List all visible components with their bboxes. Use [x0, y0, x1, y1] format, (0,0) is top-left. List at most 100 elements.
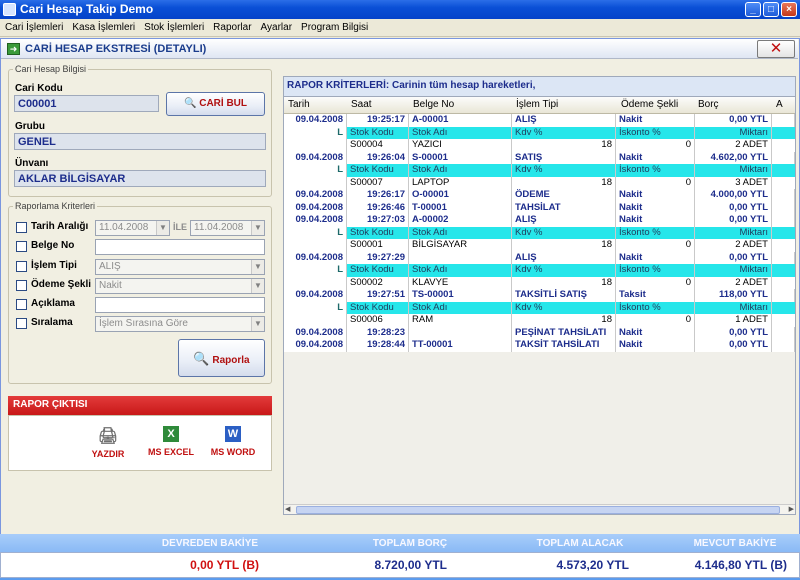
menu-raporlar[interactable]: Raporlar [208, 19, 255, 33]
form-title: CARİ HESAP EKSTRESİ (DETAYLI) [25, 43, 207, 55]
cell-tarih: 09.04.2008 [284, 114, 347, 127]
unvani-field[interactable]: AKLAR BİLGİSAYAR [14, 170, 266, 187]
yazdir-button[interactable]: 🖨 YAZDIR [83, 426, 133, 459]
cell-saat: Stok Kodu [347, 226, 409, 239]
table-detail-row[interactable]: S00002 KLAVYE 18 0 2 ADET [284, 276, 795, 289]
cell-saat: 19:26:04 [347, 151, 409, 164]
chevron-down-icon[interactable]: ▼ [251, 260, 264, 274]
table-row[interactable]: 09.04.2008 19:26:46 T-00001 TAHSİLAT Nakit 0,… [284, 201, 795, 214]
cell-odeme-sekli: Nakit [616, 151, 695, 164]
cell-borc: 4.000,00 YTL [695, 189, 772, 202]
table-row[interactable]: 09.04.2008 19:25:17 A-00001 ALIŞ Nakit 0,00 Y… [284, 114, 795, 127]
table-detail-row[interactable]: S00007 LAPTOP 18 0 3 ADET [284, 176, 795, 189]
islem-tipi-select[interactable]: ALIŞ ▼ [95, 259, 265, 275]
cell-tarih: 09.04.2008 [284, 214, 347, 227]
cell-saat: 19:25:17 [347, 114, 409, 127]
menu-cari[interactable]: Cari İşlemleri [0, 19, 67, 33]
cell-saat: 19:27:51 [347, 289, 409, 302]
col-header-belge-no[interactable]: Belge No [413, 99, 454, 110]
scroll-right-icon[interactable]: ▶ [789, 505, 794, 513]
ms-word-button[interactable]: W MS WORD [205, 426, 261, 457]
table-subheader-row[interactable]: L Stok Kodu Stok Adı Kdv % İskonto % Miktarı [284, 301, 795, 314]
siralama-select[interactable]: İşlem Sırasına Göre ▼ [95, 316, 265, 332]
cell-tarih [284, 139, 347, 152]
table-detail-row[interactable]: S00006 RAM 18 0 1 ADET [284, 314, 795, 327]
menu-stok[interactable]: Stok İşlemleri [139, 19, 208, 33]
cell-extra [772, 189, 795, 202]
cell-extra [772, 251, 795, 264]
table-row[interactable]: 09.04.2008 19:26:04 S-00001 SATIŞ Nakit 4.602… [284, 151, 795, 164]
table-subheader-row[interactable]: L Stok Kodu Stok Adı Kdv % İskonto % Miktarı [284, 126, 795, 139]
table-detail-row[interactable]: S00004 YAZICI 18 0 2 ADET [284, 139, 795, 152]
islem-tipi-checkbox[interactable] [16, 261, 27, 272]
unvani-label: Ünvanı [15, 158, 49, 169]
odeme-sekli-checkbox[interactable] [16, 280, 27, 291]
table-subheader-row[interactable]: L Stok Kodu Stok Adı Kdv % İskonto % Miktarı [284, 226, 795, 239]
col-header-alacak[interactable]: A [776, 99, 783, 110]
odeme-sekli-select[interactable]: Nakit ▼ [95, 278, 265, 294]
horizontal-scrollbar[interactable]: ◀ ▶ [284, 504, 795, 514]
report-criteria-text: RAPOR KRİTERLERİ: Carinin tüm hesap hare… [284, 77, 795, 97]
table-row[interactable]: 09.04.2008 19:27:29 ALIŞ Nakit 0,00 YTL [284, 251, 795, 264]
ms-excel-button[interactable]: X MS EXCEL [143, 426, 199, 457]
scrollbar-thumb[interactable] [296, 506, 780, 514]
devreden-value: 0,00 YTL (B) [190, 558, 259, 572]
grubu-field[interactable]: GENEL [14, 133, 266, 150]
cell-belge-no: O-00001 [409, 189, 512, 202]
word-icon: W [225, 426, 241, 442]
cell-odeme-sekli: Nakit [616, 189, 695, 202]
col-header-tarih[interactable]: Tarih [288, 99, 310, 110]
chevron-down-icon[interactable]: ▼ [156, 221, 169, 235]
search-icon: 🔍 [193, 351, 210, 366]
cell-saat: Stok Kodu [347, 164, 409, 177]
table-subheader-row[interactable]: L Stok Kodu Stok Adı Kdv % İskonto % Miktarı [284, 164, 795, 177]
chevron-down-icon[interactable]: ▼ [251, 317, 264, 331]
belge-no-checkbox[interactable] [16, 241, 27, 252]
cell-belge-no: Stok Adı [409, 264, 512, 277]
table-row[interactable]: 09.04.2008 19:28:23 PEŞİNAT TAHSİLATI Nakit… [284, 326, 795, 339]
close-form-button[interactable]: ✕ [757, 40, 795, 58]
cell-borc: Miktarı [695, 126, 772, 139]
cell-odeme-sekli: Taksit [616, 289, 695, 302]
siralama-checkbox[interactable] [16, 318, 27, 329]
col-header-odeme-sekli[interactable]: Ödeme Şekli [621, 99, 678, 110]
cell-borc: 0,00 YTL [695, 201, 772, 214]
table-row[interactable]: 09.04.2008 19:28:44 TT-00001 TAKSİT TAHSİLA… [284, 339, 795, 352]
maximize-button[interactable]: □ [763, 2, 779, 17]
table-detail-row[interactable]: S00001 BİLGİSAYAR 18 0 2 ADET [284, 239, 795, 252]
cell-odeme-sekli: İskonto % [616, 264, 695, 277]
chevron-down-icon[interactable]: ▼ [251, 221, 264, 235]
minimize-button[interactable]: _ [745, 2, 761, 17]
tarih-baslangic-field[interactable]: 11.04.2008 ▼ [95, 220, 170, 236]
menu-program-bilgisi[interactable]: Program Bilgisi [296, 19, 372, 33]
cell-saat: 19:27:03 [347, 214, 409, 227]
belge-no-input[interactable] [95, 239, 265, 255]
cari-kodu-field[interactable]: C00001 [14, 95, 159, 112]
table-subheader-row[interactable]: L Stok Kodu Stok Adı Kdv % İskonto % Miktarı [284, 264, 795, 277]
table-row[interactable]: 09.04.2008 19:27:51 TS-00001 TAKSİTLİ SATIŞ… [284, 289, 795, 302]
aciklama-input[interactable] [95, 297, 265, 313]
menu-bar: Cari İşlemleri Kasa İşlemleri Stok İşlemle… [0, 19, 800, 37]
scroll-left-icon[interactable]: ◀ [285, 505, 290, 513]
cell-islem-tipi: 18 [512, 276, 616, 289]
cell-borc: 0,00 YTL [695, 326, 772, 339]
tarih-araligi-checkbox[interactable] [16, 222, 27, 233]
close-window-button[interactable]: × [781, 2, 797, 17]
cari-bul-button[interactable]: 🔍 CARİ BUL [166, 92, 265, 116]
aciklama-checkbox[interactable] [16, 299, 27, 310]
col-header-saat[interactable]: Saat [351, 99, 372, 110]
raporla-button[interactable]: 🔍 Raporla [178, 339, 265, 377]
cell-saat: S00004 [347, 139, 409, 152]
col-header-islem-tipi[interactable]: İşlem Tipi [516, 99, 558, 110]
table-row[interactable]: 09.04.2008 19:27:03 A-00002 ALIŞ Nakit 0,00 Y… [284, 214, 795, 227]
devreden-label: DEVREDEN BAKİYE [161, 538, 259, 549]
col-header-borc[interactable]: Borç [698, 99, 719, 110]
menu-ayarlar[interactable]: Ayarlar [256, 19, 297, 33]
cell-tarih [284, 176, 347, 189]
cell-belge-no: RAM [409, 314, 512, 327]
chevron-down-icon[interactable]: ▼ [251, 279, 264, 293]
tarih-bitis-field[interactable]: 11.04.2008 ▼ [190, 220, 265, 236]
menu-kasa[interactable]: Kasa İşlemleri [67, 19, 139, 33]
cell-borc: 0,00 YTL [695, 114, 772, 127]
table-row[interactable]: 09.04.2008 19:26:17 O-00001 ÖDEME Nakit 4.000… [284, 189, 795, 202]
